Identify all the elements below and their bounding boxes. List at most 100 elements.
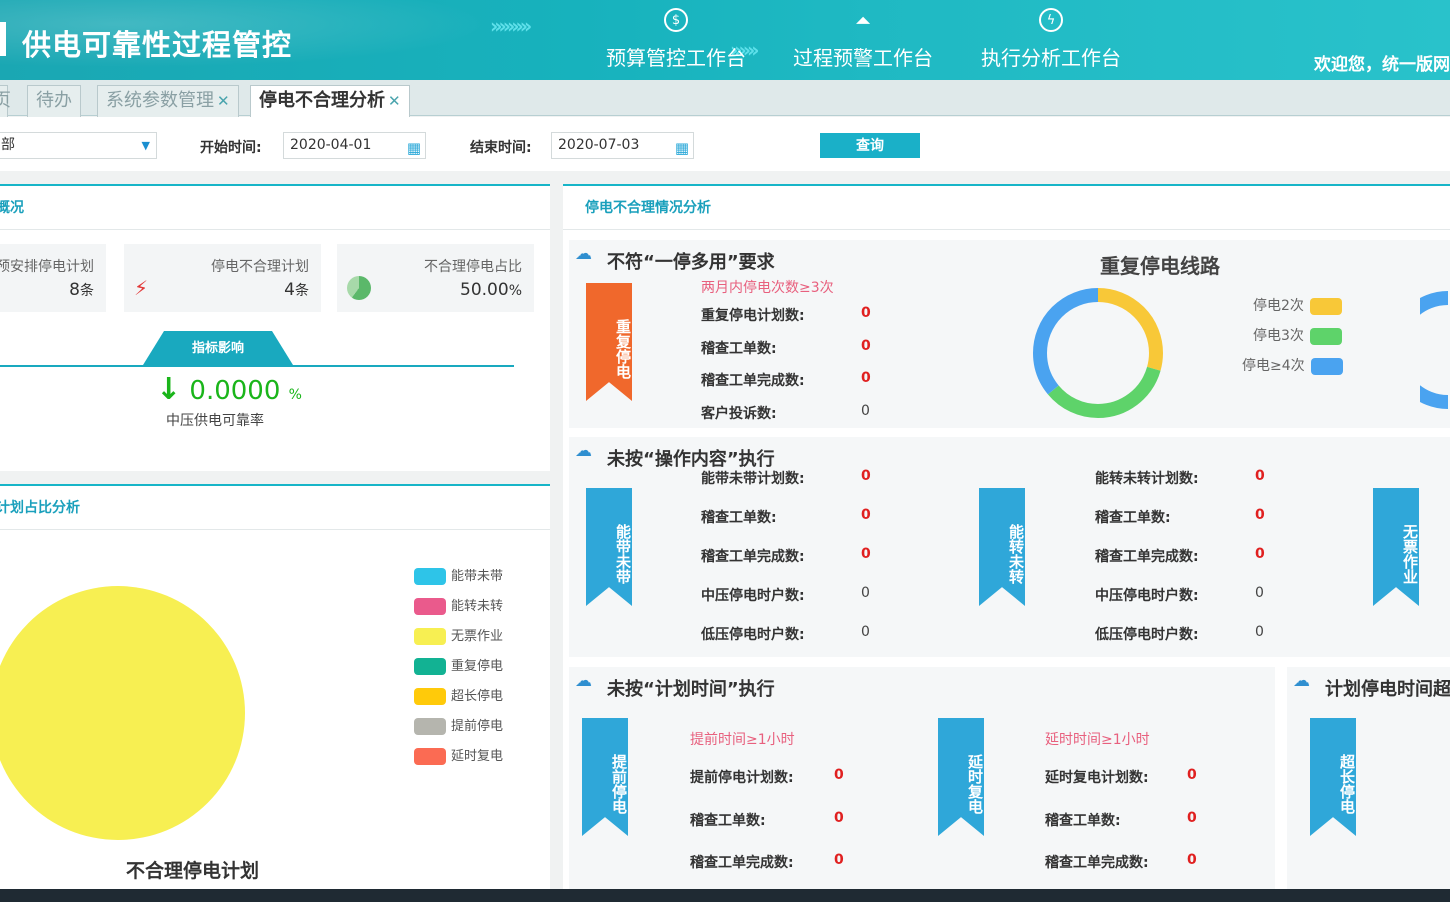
start-date-value: 2020-04-01 bbox=[290, 137, 372, 153]
chevron-decoration-icon: ››››››››› bbox=[490, 14, 532, 38]
tab-todo[interactable]: 待办 bbox=[27, 85, 81, 117]
row-label: 稽查工单完成数: bbox=[1095, 549, 1199, 565]
chevron-down-icon: ▼ bbox=[141, 139, 150, 152]
tab-bar: 页 待办 系统参数管理 ✕ 停电不合理分析 ✕ bbox=[0, 80, 1450, 117]
row-value[interactable]: 0 bbox=[861, 585, 870, 601]
pie-slice-无票作业[interactable] bbox=[0, 586, 245, 840]
welcome-text: 欢迎您，统一版网 bbox=[1314, 55, 1450, 75]
row-value[interactable]: 0 bbox=[1255, 507, 1265, 523]
row-value[interactable]: 0 bbox=[834, 767, 844, 783]
row-label: 重复停电计划数: bbox=[701, 308, 805, 324]
os-taskbar bbox=[0, 889, 1450, 902]
tab-outage-analysis[interactable]: 停电不合理分析 ✕ bbox=[250, 85, 410, 117]
donut-legend-item[interactable]: 停电2次 bbox=[1253, 295, 1342, 315]
tab-label: 停电不合理分析 bbox=[259, 90, 385, 111]
plan-time-title: 未按“计划时间”执行 bbox=[607, 679, 775, 700]
row-value[interactable]: 0 bbox=[834, 852, 844, 868]
tab-system-params[interactable]: 系统参数管理 ✕ bbox=[97, 85, 239, 117]
nav-warning-workbench[interactable]: ⏶ 过程预警工作台 bbox=[783, 8, 943, 71]
donut-legend-item[interactable]: 停电≥4次 bbox=[1242, 355, 1343, 375]
end-time-label: 结束时间: bbox=[470, 140, 532, 156]
legend-item[interactable]: 提前停电 bbox=[414, 715, 503, 735]
tab-home[interactable]: 页 bbox=[0, 85, 11, 117]
row-label: 能带未带计划数: bbox=[701, 471, 805, 487]
ribbon-delayed-restore: 延时复电 bbox=[938, 718, 984, 836]
plug-icon: ⚡ bbox=[134, 276, 149, 300]
legend-swatch bbox=[414, 658, 446, 675]
index-impact-tab: 指标影响 bbox=[143, 331, 293, 365]
condition-text: 提前时间≥1小时 bbox=[690, 732, 795, 748]
tab-label: 页 bbox=[0, 90, 11, 111]
analysis-title: 停电不合理情况分析 bbox=[563, 186, 1450, 230]
row-value[interactable]: 0 bbox=[861, 624, 870, 640]
row-label: 稽查工单数: bbox=[701, 341, 777, 357]
legend-swatch bbox=[414, 718, 446, 735]
donut-segment bbox=[1420, 291, 1449, 409]
start-date-field[interactable]: 2020-04-01 ▦ bbox=[283, 132, 426, 159]
nav-label: 过程预警工作台 bbox=[793, 46, 933, 70]
row-value[interactable]: 0 bbox=[1255, 546, 1265, 562]
row-value[interactable]: 0 bbox=[1187, 767, 1197, 783]
calendar-icon[interactable]: ▦ bbox=[407, 136, 421, 161]
org-select-value: 部 bbox=[1, 137, 15, 153]
overview-panel: 概况 预安排停电计划 8条 ⚡ 停电不合理计划 4条 不合理停电占比 50.00… bbox=[0, 184, 550, 471]
ribbon-transfer: 能转未转 bbox=[979, 488, 1025, 606]
row-value[interactable]: 0 bbox=[861, 338, 871, 354]
overlong-section: ☁ 计划停电时间超长 超长停电 bbox=[1287, 667, 1450, 889]
row-label: 稽查工单数: bbox=[701, 510, 777, 526]
row-value[interactable]: 0 bbox=[1187, 852, 1197, 868]
row-label: 能转未转计划数: bbox=[1095, 471, 1199, 487]
close-icon[interactable]: ✕ bbox=[217, 92, 230, 110]
row-value[interactable]: 0 bbox=[834, 810, 844, 826]
row-value[interactable]: 0 bbox=[861, 507, 871, 523]
row-value[interactable]: 0 bbox=[861, 305, 871, 321]
cluster-icon: ☁ bbox=[575, 244, 592, 264]
legend-item[interactable]: 能带未带 bbox=[414, 565, 503, 585]
cluster-icon: ☁ bbox=[575, 671, 592, 691]
row-value[interactable]: 0 bbox=[1255, 585, 1264, 601]
row-label: 稽查工单完成数: bbox=[701, 373, 805, 389]
row-value[interactable]: 0 bbox=[1187, 810, 1197, 826]
row-value[interactable]: 0 bbox=[861, 403, 870, 419]
app-title: 供电可靠性过程管控 bbox=[22, 28, 293, 62]
row-value[interactable]: 0 bbox=[861, 546, 871, 562]
row-value[interactable]: 0 bbox=[1255, 468, 1265, 484]
legend-item[interactable]: 无票作业 bbox=[414, 625, 503, 645]
calendar-icon[interactable]: ▦ bbox=[675, 136, 689, 161]
end-date-field[interactable]: 2020-07-03 ▦ bbox=[551, 132, 694, 159]
org-select[interactable]: 部 ▼ bbox=[0, 132, 157, 159]
legend-item[interactable]: 重复停电 bbox=[414, 655, 503, 675]
row-value[interactable]: 0 bbox=[861, 370, 871, 386]
row-label: 稽查工单完成数: bbox=[1045, 855, 1149, 871]
nav-analysis-workbench[interactable]: ϟ 执行分析工作台 bbox=[971, 8, 1131, 71]
nav-label: 执行分析工作台 bbox=[981, 46, 1121, 70]
legend-item[interactable]: 超长停电 bbox=[414, 685, 503, 705]
repeat-lines-donut bbox=[1033, 288, 1163, 418]
legend-swatch bbox=[414, 688, 446, 705]
close-icon[interactable]: ✕ bbox=[388, 92, 401, 110]
row-value[interactable]: 0 bbox=[1255, 624, 1264, 640]
alarm-icon: ⏶ bbox=[855, 8, 871, 32]
donut-legend-item[interactable]: 停电3次 bbox=[1253, 325, 1342, 345]
legend-swatch bbox=[1309, 327, 1342, 345]
legend-item[interactable]: 延时复电 bbox=[414, 745, 503, 765]
tab-label: 系统参数管理 bbox=[106, 90, 214, 111]
stat-label: 预安排停电计划 bbox=[0, 259, 94, 275]
stat-value: 4条 bbox=[284, 280, 309, 300]
condition-text: 两月内停电次数≥3次 bbox=[701, 280, 834, 296]
nav-budget-workbench[interactable]: $ 预算管控工作台 bbox=[596, 8, 756, 71]
partial-donut bbox=[1420, 291, 1449, 409]
query-button[interactable]: 查询 bbox=[820, 133, 920, 158]
stat-card-ratio: 不合理停电占比 50.00% bbox=[337, 244, 534, 312]
row-label: 中压停电时户数: bbox=[701, 588, 805, 604]
cluster-icon: ☁ bbox=[1293, 671, 1310, 691]
plan-ratio-panel: 计划占比分析 能带未带 能转未转 无票作业 重复停电 超长停电 提前停电 延时复… bbox=[0, 484, 550, 889]
legend-swatch bbox=[414, 748, 446, 765]
pie-chart-title: 不合理停电计划 bbox=[126, 860, 260, 882]
end-date-value: 2020-07-03 bbox=[558, 137, 640, 153]
legend-item[interactable]: 能转未转 bbox=[414, 595, 503, 615]
row-value[interactable]: 0 bbox=[861, 468, 871, 484]
stat-label: 不合理停电占比 bbox=[424, 259, 522, 275]
legend-swatch bbox=[414, 568, 446, 585]
row-label: 低压停电时户数: bbox=[701, 627, 805, 643]
